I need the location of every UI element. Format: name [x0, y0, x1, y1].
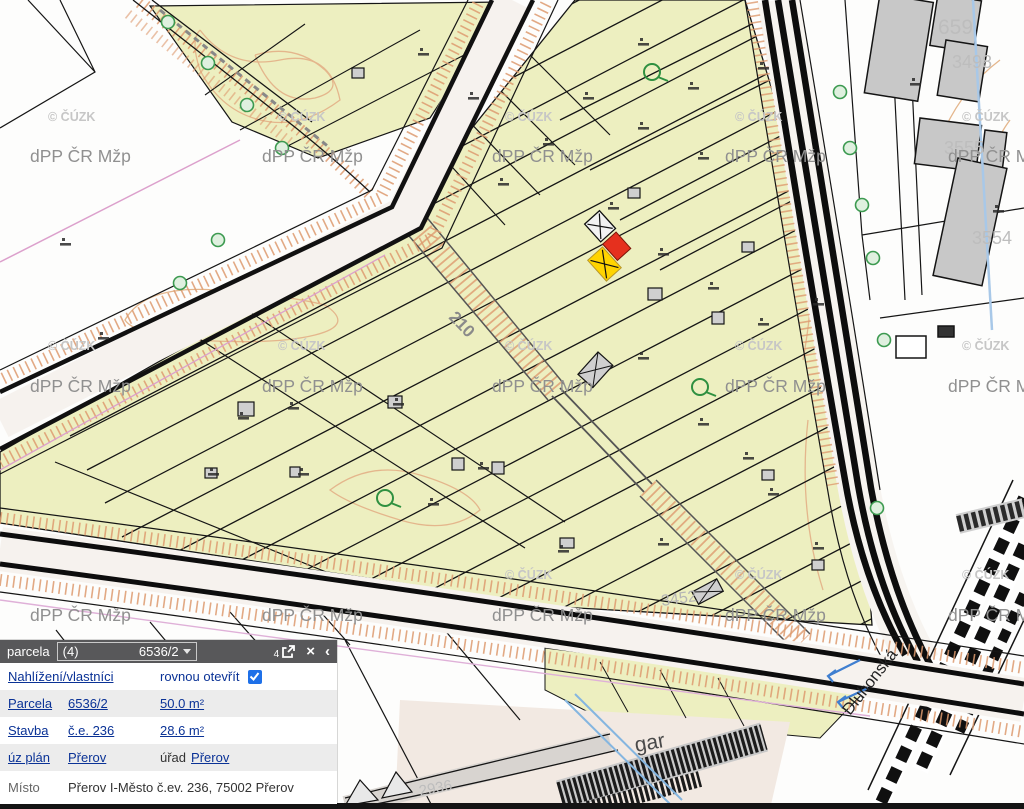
stavba-number-link[interactable]: č.e. 236: [68, 723, 160, 738]
svg-text:© ČÚZK: © ČÚZK: [735, 567, 782, 582]
svg-text:dPP ČR Mžp: dPP ČR Mžp: [492, 604, 593, 625]
svg-text:dPP ČR Mžp: dPP ČR Mžp: [948, 604, 1024, 625]
svg-text:dPP ČR Mžp: dPP ČR Mžp: [262, 604, 363, 625]
parcela-number-link[interactable]: 6536/2: [68, 696, 160, 711]
building-number-3498: 3498: [952, 52, 992, 72]
close-icon[interactable]: ×: [306, 644, 315, 659]
parcela-link[interactable]: Parcela: [8, 696, 68, 711]
cadastral-map-viewer: 659 3498 3555 3554 3452 2936 210 gar Dlu…: [0, 0, 1024, 809]
uzplan-link[interactable]: úz plán: [8, 750, 68, 765]
svg-text:© ČÚZK: © ČÚZK: [735, 338, 782, 353]
uzplan-value-link[interactable]: Přerov: [68, 750, 160, 765]
svg-text:© ČÚZK: © ČÚZK: [48, 109, 95, 124]
checkmark-icon: [249, 671, 260, 682]
svg-text:© ČÚZK: © ČÚZK: [962, 109, 1009, 124]
row-nahlizeni: Nahlížení/vlastníci rovnou otevřít: [0, 663, 337, 690]
svg-text:dPP ČR Mžp: dPP ČR Mžp: [492, 375, 593, 396]
svg-text:dPP ČR Mžp: dPP ČR Mžp: [948, 145, 1024, 166]
stavba-area-link[interactable]: 28.6 m²: [160, 723, 204, 738]
svg-text:dPP ČR Mžp: dPP ČR Mžp: [262, 375, 363, 396]
row-uzplan: úz plán Přerov úřad Přerov: [0, 744, 337, 771]
urad-value-link[interactable]: Přerov: [191, 750, 229, 765]
svg-text:© ČÚZK: © ČÚZK: [962, 338, 1009, 353]
rovnou-otevrit-label: rovnou otevřít: [160, 669, 240, 684]
misto-value: Přerov I-Město č.ev. 236, 75002 Přerov: [68, 780, 294, 795]
chevron-down-icon: [183, 649, 191, 654]
rovnou-otevrit-checkbox[interactable]: [248, 670, 262, 684]
svg-text:© ČÚZK: © ČÚZK: [48, 338, 95, 353]
row-parcela: Parcela 6536/2 50.0 m²: [0, 690, 337, 717]
share-button[interactable]: 4: [274, 644, 297, 660]
svg-text:dPP ČR Mžp: dPP ČR Mžp: [492, 145, 593, 166]
stavba-link[interactable]: Stavba: [8, 723, 68, 738]
svg-text:dPP ČR Mžp: dPP ČR Mžp: [30, 145, 131, 166]
misto-label: Místo: [8, 780, 68, 795]
svg-text:dPP ČR Mžp: dPP ČR Mžp: [948, 375, 1024, 396]
svg-text:© ČÚZK: © ČÚZK: [505, 109, 552, 124]
svg-text:dPP ČR Mžp: dPP ČR Mžp: [725, 145, 826, 166]
row-misto: Místo Přerov I-Město č.ev. 236, 75002 Př…: [0, 771, 337, 804]
svg-text:dPP ČR Mžp: dPP ČR Mžp: [262, 145, 363, 166]
svg-text:© ČÚZK: © ČÚZK: [278, 109, 325, 124]
share-count: 4: [274, 650, 280, 660]
parcel-info-panel: parcela (4) 6536/2 4 × ‹ Nahlížení/vlast…: [0, 640, 337, 808]
svg-text:dPP ČR Mžp: dPP ČR Mžp: [725, 375, 826, 396]
svg-text:© ČÚZK: © ČÚZK: [505, 567, 552, 582]
row-stavba: Stavba č.e. 236 28.6 m²: [0, 717, 337, 744]
svg-text:dPP ČR Mžp: dPP ČR Mžp: [725, 604, 826, 625]
selector-index: (4): [63, 644, 79, 659]
nahlizeni-vlastnici-link[interactable]: Nahlížení/vlastníci: [8, 669, 160, 684]
share-icon: [280, 644, 296, 660]
svg-text:© ČÚZK: © ČÚZK: [278, 338, 325, 353]
selector-value: 6536/2: [139, 644, 179, 659]
panel-title: parcela: [7, 644, 50, 659]
svg-text:© ČÚZK: © ČÚZK: [962, 567, 1009, 582]
urad-label: úřad: [160, 750, 186, 765]
panel-header: parcela (4) 6536/2 4 × ‹: [0, 640, 337, 663]
parcela-area-link[interactable]: 50.0 m²: [160, 696, 204, 711]
collapse-panel-icon[interactable]: ‹: [325, 644, 330, 659]
parcel-selector-dropdown[interactable]: (4) 6536/2: [57, 642, 197, 661]
svg-text:dPP ČR Mžp: dPP ČR Mžp: [30, 375, 131, 396]
building-number-3554: 3554: [972, 228, 1012, 248]
svg-text:© ČÚZK: © ČÚZK: [735, 109, 782, 124]
svg-text:© ČÚZK: © ČÚZK: [505, 338, 552, 353]
svg-text:dPP ČR Mžp: dPP ČR Mžp: [30, 604, 131, 625]
building-number-659: 659: [938, 16, 973, 39]
